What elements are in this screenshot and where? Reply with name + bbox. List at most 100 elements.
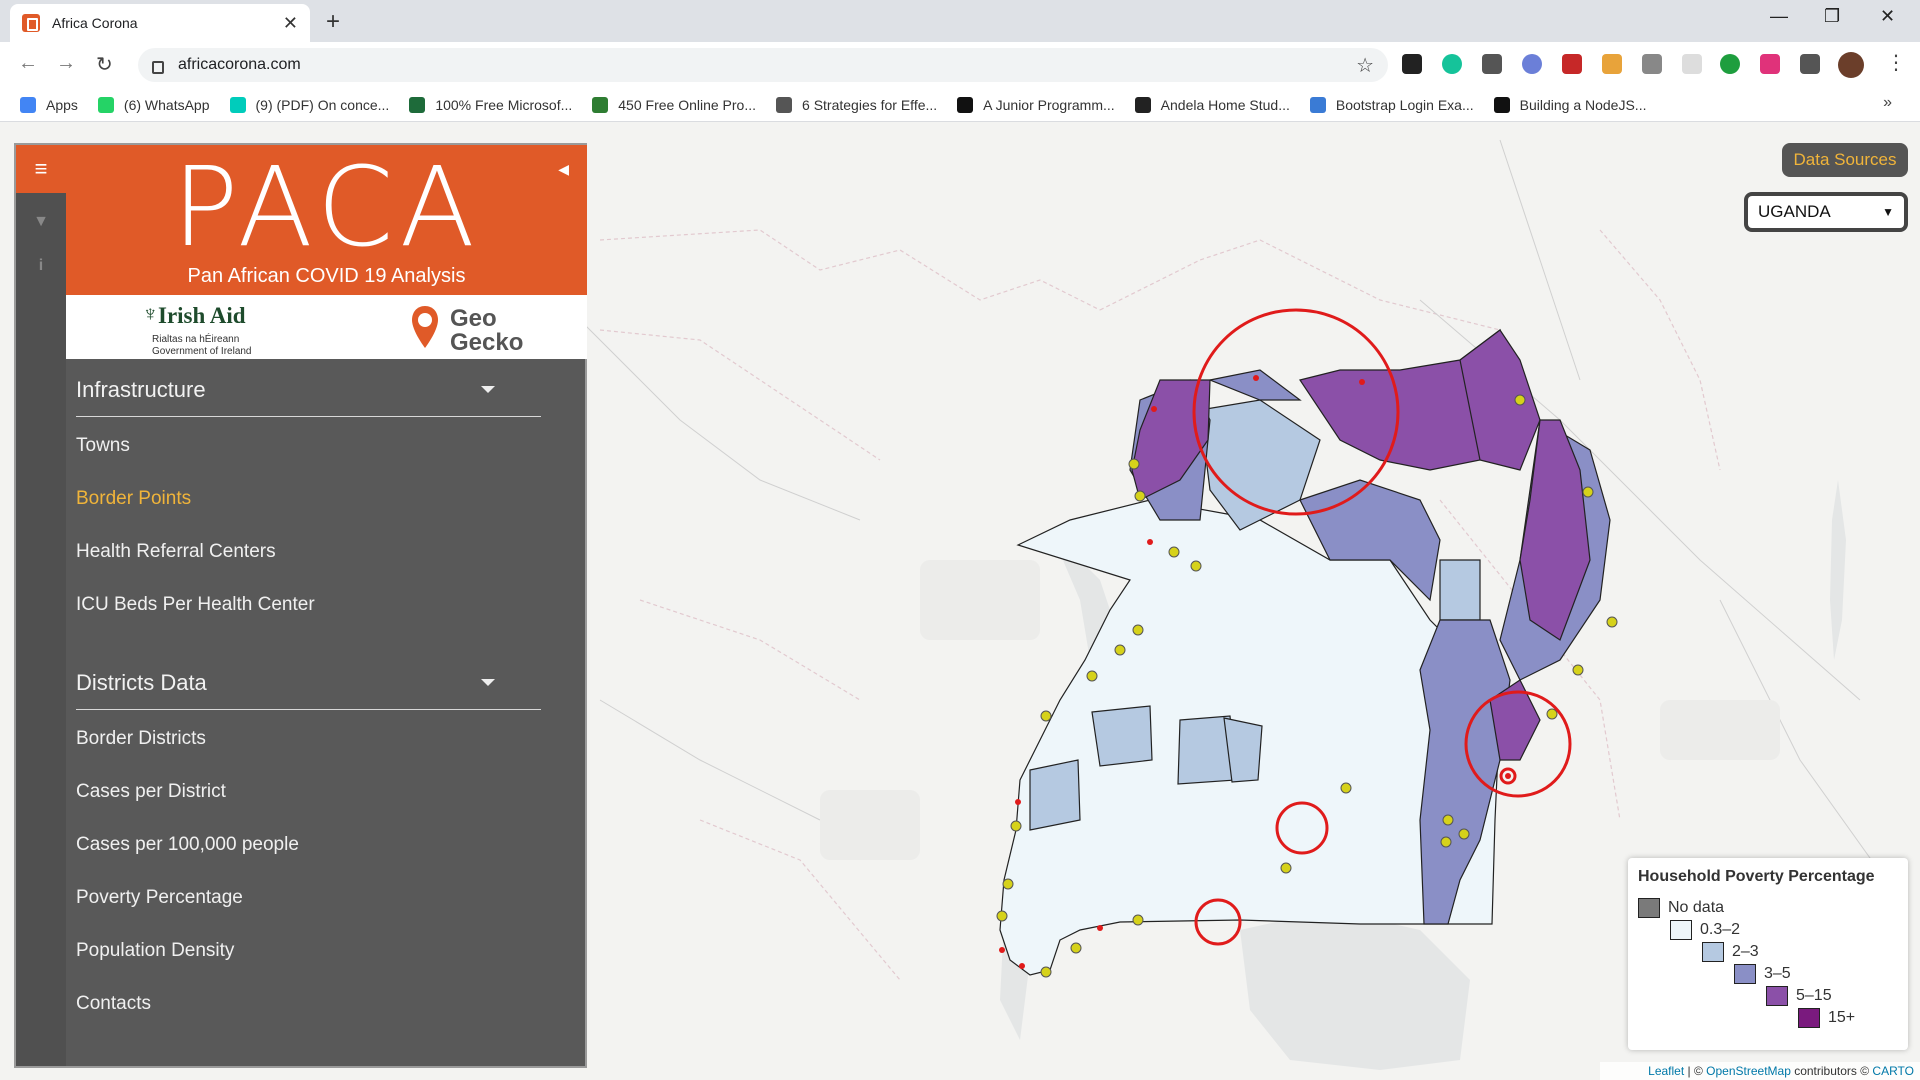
chevron-down-icon xyxy=(481,386,495,393)
window-close-icon[interactable]: ✕ xyxy=(1880,6,1895,27)
address-bar-row: ← → ↻ africacorona.com ☆ ⋮ xyxy=(0,42,1920,88)
bookmark-favicon-icon xyxy=(592,96,609,113)
app-subtitle: Pan African COVID 19 Analysis xyxy=(187,265,466,287)
maximize-icon[interactable]: ❐ xyxy=(1824,6,1840,27)
minimize-icon[interactable]: — xyxy=(1770,6,1788,27)
chevron-down-icon xyxy=(481,679,495,686)
layer-cases-per-100k[interactable]: Cases per 100,000 people xyxy=(76,834,299,856)
layer-poverty-percentage[interactable]: Poverty Percentage xyxy=(76,887,243,909)
url-text[interactable]: africacorona.com xyxy=(178,56,1356,74)
grammarly-extension-icon[interactable] xyxy=(1442,54,1462,74)
profile-avatar[interactable] xyxy=(1838,52,1864,78)
section-districts-data[interactable]: Districts Data xyxy=(76,656,541,710)
bookmark-item[interactable]: Apps xyxy=(20,96,78,113)
legend-title: Household Poverty Percentage xyxy=(1638,868,1875,885)
extension-icon[interactable] xyxy=(1720,54,1740,74)
legend-item: 2–3 xyxy=(1702,942,1759,962)
bookmark-star-icon[interactable]: ☆ xyxy=(1356,53,1374,78)
leaflet-link[interactable]: Leaflet xyxy=(1648,1064,1684,1078)
section-infrastructure[interactable]: Infrastructure xyxy=(76,363,541,417)
legend-item: 0.3–2 xyxy=(1670,920,1740,940)
url-omnibox[interactable]: africacorona.com ☆ xyxy=(138,48,1388,82)
bookmark-favicon-icon xyxy=(1493,96,1510,113)
sidebar-panel: ≡ ▼ i ◀ PACA Pan African COVID 19 Analys… xyxy=(14,143,587,1068)
legend-item: 5–15 xyxy=(1766,986,1832,1006)
bookmark-favicon-icon xyxy=(20,96,36,113)
reload-icon[interactable]: ↻ xyxy=(96,52,113,77)
layer-towns[interactable]: Towns xyxy=(76,435,130,457)
legend-swatch xyxy=(1766,986,1788,1006)
extension-icon[interactable] xyxy=(1602,54,1622,74)
extension-icon[interactable] xyxy=(1682,54,1702,74)
info-icon[interactable]: i xyxy=(16,257,66,275)
extension-icon[interactable] xyxy=(1522,54,1542,74)
bookmark-favicon-icon xyxy=(409,96,426,113)
uganda-districts xyxy=(999,328,1611,976)
legend-label: 0.3–2 xyxy=(1700,921,1741,938)
layer-border-points[interactable]: Border Points xyxy=(76,488,191,510)
extension-icon[interactable] xyxy=(1402,54,1422,74)
back-icon[interactable]: ← xyxy=(18,52,38,75)
bookmark-item[interactable]: 100% Free Microsof... xyxy=(409,96,572,113)
bookmark-item[interactable]: Andela Home Stud... xyxy=(1134,96,1290,113)
bookmark-favicon-icon xyxy=(229,96,246,113)
data-sources-button[interactable]: Data Sources xyxy=(1782,143,1908,177)
map-legend: Household Poverty Percentage No data 0.3–… xyxy=(1628,858,1908,1050)
extension-icon[interactable] xyxy=(1642,54,1662,74)
layer-icu-beds[interactable]: ICU Beds Per Health Center xyxy=(76,594,315,616)
legend-label: 5–15 xyxy=(1796,987,1832,1004)
harp-icon: ♆ xyxy=(142,301,159,326)
legend-swatch xyxy=(1798,1008,1820,1028)
browser-tab-bar: Africa Corona ✕ + — ❐ ✕ xyxy=(0,0,1920,42)
pdf-extension-icon[interactable] xyxy=(1562,54,1582,74)
site-favicon-icon xyxy=(22,14,40,32)
bookmark-item[interactable]: Building a NodeJS... xyxy=(1493,96,1646,113)
bookmark-item[interactable]: A Junior Programm... xyxy=(957,96,1115,113)
location-pin-icon xyxy=(412,306,438,348)
bookmark-favicon-icon xyxy=(1134,96,1151,113)
bookmarks-bar: Apps (6) WhatsApp (9) (PDF) On conce... 100… xyxy=(0,88,1920,122)
legend-swatch xyxy=(1702,942,1724,962)
layer-health-referral-centers[interactable]: Health Referral Centers xyxy=(76,541,276,563)
extension-icon[interactable] xyxy=(1760,54,1780,74)
legend-label: No data xyxy=(1668,899,1725,916)
map-attribution: Leaflet | © OpenStreetMap contributors ©… xyxy=(1600,1062,1920,1080)
bookmark-favicon-icon xyxy=(97,96,114,113)
bookmark-item[interactable]: Bootstrap Login Exa... xyxy=(1309,96,1474,113)
new-tab-icon[interactable]: + xyxy=(326,8,340,36)
more-menu-icon[interactable]: ⋮ xyxy=(1886,50,1906,75)
filter-icon[interactable]: ▼ xyxy=(16,213,66,231)
layer-cases-per-district[interactable]: Cases per District xyxy=(76,781,226,803)
bookmarks-overflow-icon[interactable]: » xyxy=(1883,94,1892,112)
osm-link[interactable]: OpenStreetMap xyxy=(1706,1064,1791,1078)
browser-tab[interactable]: Africa Corona ✕ xyxy=(10,4,310,42)
bookmark-item[interactable]: (6) WhatsApp xyxy=(97,96,210,113)
legend-item: 15+ xyxy=(1798,1008,1855,1028)
country-select[interactable]: UGANDA ▼ xyxy=(1744,192,1908,232)
layer-contacts[interactable]: Contacts xyxy=(76,993,151,1015)
sidebar-header: ◀ PACA Pan African COVID 19 Analysis xyxy=(66,145,587,295)
collapse-sidebar-icon[interactable]: ◀ xyxy=(558,161,569,178)
country-select-value: UGANDA xyxy=(1758,202,1831,221)
forward-icon[interactable]: → xyxy=(56,52,76,75)
bookmark-favicon-icon xyxy=(1309,96,1326,113)
bookmark-favicon-icon xyxy=(776,96,793,113)
tab-title: Africa Corona xyxy=(52,15,138,31)
legend-item: 3–5 xyxy=(1734,964,1791,984)
app-title: PACA xyxy=(172,143,481,271)
extension-icon[interactable] xyxy=(1482,54,1502,74)
bookmark-item[interactable]: 6 Strategies for Effe... xyxy=(776,96,937,113)
hamburger-menu-icon[interactable]: ≡ xyxy=(16,145,66,193)
bookmark-item[interactable]: (9) (PDF) On conce... xyxy=(229,96,389,113)
legend-swatch xyxy=(1638,898,1660,918)
carto-link[interactable]: CARTO xyxy=(1872,1064,1914,1078)
close-tab-icon[interactable]: ✕ xyxy=(283,13,298,34)
legend-label: 3–5 xyxy=(1764,965,1791,982)
lock-icon xyxy=(152,60,164,74)
legend-label: 15+ xyxy=(1828,1009,1856,1026)
legend-label: 2–3 xyxy=(1732,943,1759,960)
puzzle-icon[interactable] xyxy=(1800,54,1820,74)
layer-population-density[interactable]: Population Density xyxy=(76,940,234,962)
layer-border-districts[interactable]: Border Districts xyxy=(76,728,206,750)
bookmark-item[interactable]: 450 Free Online Pro... xyxy=(592,96,756,113)
